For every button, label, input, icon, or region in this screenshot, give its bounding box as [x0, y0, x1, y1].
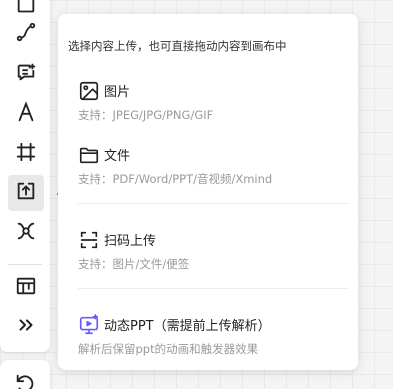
- upload-option-title: 图片: [104, 85, 131, 100]
- upload-option-file[interactable]: 文件 支持：PDF/Word/PPT/音视频/Xmind: [58, 142, 358, 198]
- upload-option-title: 文件: [104, 149, 131, 164]
- mind-map-icon: [15, 220, 37, 246]
- upload-option-title: 扫码上传: [104, 234, 157, 249]
- comment-tool-button[interactable]: [8, 56, 44, 92]
- template-icon: [15, 275, 37, 301]
- undo-button[interactable]: [0, 360, 50, 389]
- upload-option-animated-ppt[interactable]: 动态PPT（需提前上传解析） 解析后保留ppt的动画和触发器效果: [58, 312, 358, 368]
- more-tool-button[interactable]: [8, 309, 44, 345]
- upload-panel: 选择内容上传，也可直接拖动内容到画布中 图片 支持：JPEG/JPG/PNG/G…: [58, 14, 358, 370]
- image-icon: [78, 80, 100, 102]
- undo-icon: [14, 372, 36, 389]
- crop-icon: [15, 141, 37, 167]
- crop-tool-button[interactable]: [8, 136, 44, 172]
- comment-icon: [15, 61, 37, 87]
- upload-option-title: 动态PPT（需提前上传解析）: [104, 319, 271, 334]
- connector-icon: [15, 21, 37, 47]
- folder-icon: [78, 144, 100, 166]
- upload-option-image[interactable]: 图片 支持：JPEG/JPG/PNG/GIF: [58, 78, 358, 134]
- upload-hint: 选择内容上传，也可直接拖动内容到画布中: [68, 39, 287, 53]
- upload-option-desc: 支持：图片/文件/便签: [78, 257, 190, 271]
- upload-option-scan[interactable]: 扫码上传 支持：图片/文件/便签: [58, 227, 358, 283]
- upload-option-desc: 支持：JPEG/JPG/PNG/GIF: [78, 108, 214, 122]
- upload-option-desc: 解析后保留ppt的动画和触发器效果: [78, 342, 259, 356]
- animated-ppt-icon: [78, 314, 100, 336]
- connector-tool-button[interactable]: [8, 16, 44, 52]
- toolbar-divider: [8, 264, 42, 265]
- pen-tool-button[interactable]: [8, 96, 44, 132]
- pen-icon: [15, 101, 37, 127]
- more-icon: [15, 314, 37, 340]
- upload-tool-button[interactable]: [8, 175, 44, 211]
- panel-divider: [78, 203, 348, 204]
- template-tool-button[interactable]: [8, 270, 44, 306]
- mind-map-tool-button[interactable]: [8, 215, 44, 251]
- left-toolbar: [0, 0, 50, 352]
- panel-divider: [78, 288, 348, 289]
- scan-icon: [78, 229, 100, 251]
- upload-icon: [15, 180, 37, 206]
- upload-option-desc: 支持：PDF/Word/PPT/音视频/Xmind: [78, 172, 273, 186]
